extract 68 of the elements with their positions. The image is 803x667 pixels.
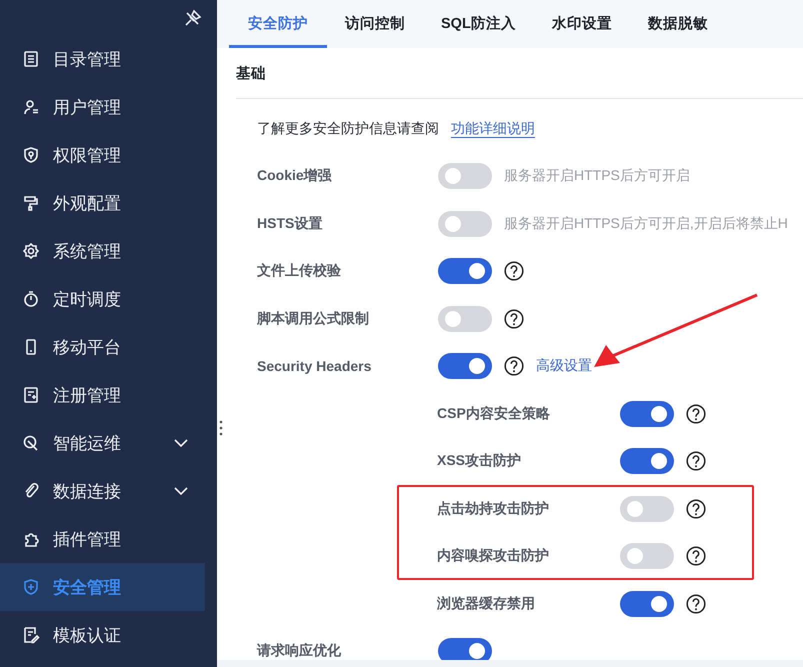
help-icon[interactable] xyxy=(686,498,706,519)
sidebar-item[interactable]: 模板认证 xyxy=(0,611,205,659)
toggle-switch[interactable] xyxy=(438,306,492,332)
toggle-switch[interactable] xyxy=(438,210,492,237)
shield-icon xyxy=(22,146,40,164)
toggle-switch[interactable] xyxy=(438,163,492,190)
magnifier-icon xyxy=(22,434,40,452)
help-icon[interactable] xyxy=(686,594,706,614)
sidebar-item[interactable]: 数据连接 xyxy=(0,467,205,515)
setting-label: 内容嗅探攻击防护 xyxy=(437,547,550,566)
toggle-switch[interactable] xyxy=(438,258,492,284)
help-icon[interactable] xyxy=(686,546,706,566)
help-icon[interactable] xyxy=(504,261,524,282)
tab[interactable]: SQL防注入 xyxy=(423,0,534,48)
setting-label: XSS攻击防护 xyxy=(437,452,522,470)
help-icon[interactable] xyxy=(686,451,706,472)
info-text: 了解更多安全防护信息请查阅 xyxy=(257,120,439,138)
sidebar-item[interactable]: 智能运维 xyxy=(0,419,205,467)
paint-roller-icon xyxy=(22,194,40,212)
toggle-switch[interactable] xyxy=(620,400,674,427)
chevron-down-icon[interactable] xyxy=(174,439,188,447)
toggle-switch[interactable] xyxy=(620,496,674,522)
toggle-switch[interactable] xyxy=(620,448,674,474)
help-icon[interactable] xyxy=(686,404,706,424)
form-icon xyxy=(22,386,40,404)
details-link[interactable]: 功能详细说明 xyxy=(451,119,535,138)
setting-label: 脚本调用公式限制 xyxy=(257,310,370,328)
section-title: 基础 xyxy=(236,64,267,84)
tab[interactable]: 水印设置 xyxy=(534,0,630,48)
puzzle-icon xyxy=(22,530,40,548)
user-icon xyxy=(22,98,40,116)
toggle-switch[interactable] xyxy=(438,638,492,660)
chevron-down-icon[interactable] xyxy=(174,487,188,495)
settings-icon xyxy=(22,242,40,260)
toggle-switch[interactable] xyxy=(620,543,674,570)
sidebar-item[interactable]: 外观配置 xyxy=(0,179,205,227)
toggle-switch[interactable] xyxy=(438,353,492,380)
list-icon xyxy=(22,50,40,68)
setting-label: HSTS设置 xyxy=(257,214,324,233)
sidebar-item[interactable]: 移动平台 xyxy=(0,323,205,371)
sidebar-item[interactable]: 权限管理 xyxy=(0,131,205,179)
setting-label: 请求响应优化 xyxy=(257,642,342,660)
shield-icon xyxy=(22,578,40,596)
sidebar-item[interactable]: 目录管理 xyxy=(0,35,205,83)
help-icon[interactable] xyxy=(504,356,524,376)
sidebar-item[interactable]: 插件管理 xyxy=(0,515,205,563)
setting-label: CSP内容安全策略 xyxy=(437,404,551,423)
drag-handle-icon[interactable] xyxy=(219,420,223,436)
help-icon[interactable] xyxy=(504,308,524,329)
tab[interactable]: 数据脱敏 xyxy=(630,0,726,48)
sidebar-item[interactable]: 系统管理 xyxy=(0,227,205,275)
sidebar-item[interactable]: 定时调度 xyxy=(0,275,205,323)
tab[interactable]: 访问控制 xyxy=(327,0,423,48)
setting-label: Security Headers xyxy=(257,358,372,374)
setting-label: 文件上传校验 xyxy=(257,262,342,280)
advanced-settings-link[interactable]: 高级设置 xyxy=(536,357,592,374)
setting-label: Cookie增强 xyxy=(257,167,333,186)
setting-label: 点击劫持攻击防护 xyxy=(437,500,550,518)
stopwatch-icon xyxy=(22,290,40,308)
sidebar-item[interactable]: 用户管理 xyxy=(0,83,205,131)
pin-icon[interactable] xyxy=(184,9,202,27)
setting-label: 浏览器缓存禁用 xyxy=(437,594,536,613)
toggle-switch[interactable] xyxy=(620,590,674,617)
hint-text: 服务器开启HTTPS后方可开启,开启后将禁止H xyxy=(504,214,788,233)
hint-text: 服务器开启HTTPS后方可开启 xyxy=(504,167,690,186)
tab[interactable]: 安全防护 xyxy=(229,0,327,48)
sidebar-item[interactable]: 注册管理 xyxy=(0,371,205,419)
document-icon xyxy=(22,626,40,644)
